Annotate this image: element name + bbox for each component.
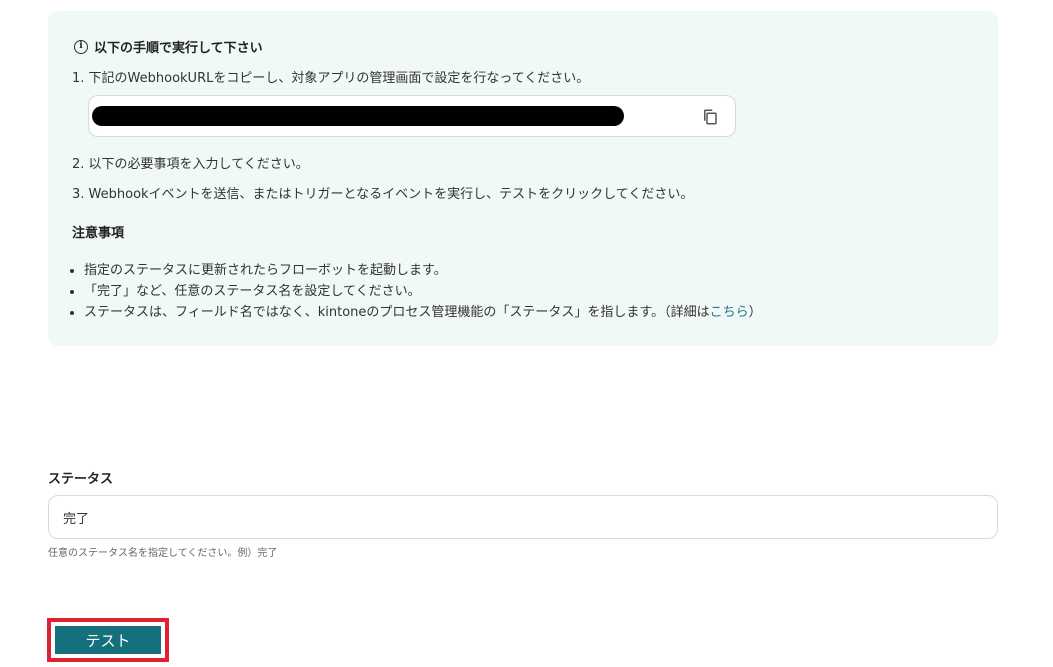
notes-heading: 注意事項 <box>72 226 125 241</box>
status-input[interactable] <box>48 495 998 539</box>
status-field-label: ステータス <box>48 472 114 487</box>
copy-icon[interactable] <box>701 108 719 126</box>
webhook-url-redacted <box>92 106 624 126</box>
instructions-title-text: 以下の手順で実行して下さい <box>94 41 263 56</box>
notes-list: 指定のステータスに更新されたらフローボットを起動します。 「完了」など、任意のス… <box>66 260 762 323</box>
step-3: 3. Webhookイベントを送信、またはトリガーとなるイベントを実行し、テスト… <box>72 187 694 202</box>
step-1: 1. 下記のWebhookURLをコピーし、対象アプリの管理画面で設定を行なって… <box>72 71 590 86</box>
webhook-url-field[interactable] <box>88 95 736 137</box>
instructions-title: i 以下の手順で実行して下さい <box>74 37 263 56</box>
status-field-hint: 任意のステータス名を指定してください。例）完了 <box>48 548 278 559</box>
instructions-panel: i 以下の手順で実行して下さい 1. 下記のWebhookURLをコピーし、対象… <box>48 11 998 346</box>
note-item: 「完了」など、任意のステータス名を設定してください。 <box>84 281 762 302</box>
note-item: ステータスは、フィールド名ではなく、kintoneのプロセス管理機能の「ステータ… <box>84 302 762 323</box>
info-icon: i <box>74 39 88 54</box>
note-item: 指定のステータスに更新されたらフローボットを起動します。 <box>84 260 762 281</box>
step-2: 2. 以下の必要事項を入力してください。 <box>72 157 309 172</box>
details-link[interactable]: こちら <box>710 305 749 320</box>
test-button[interactable]: テスト <box>55 626 161 654</box>
